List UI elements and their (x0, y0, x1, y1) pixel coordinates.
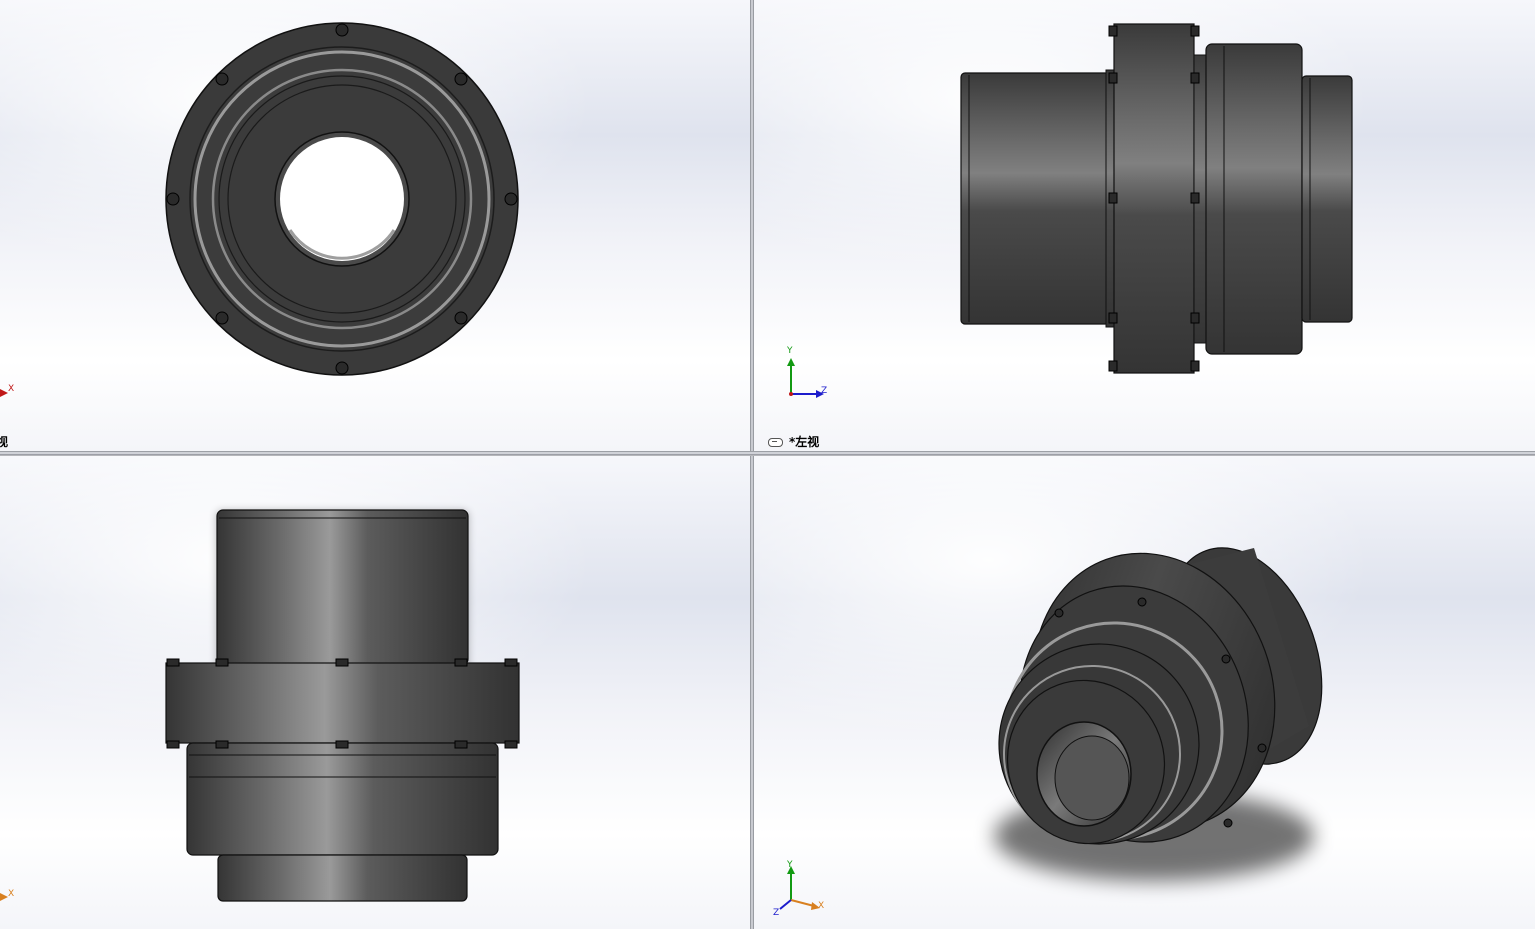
viewport-isometric[interactable]: Y X Z (754, 456, 1535, 929)
viewport-splitter-vertical[interactable] (750, 0, 754, 929)
view-name-label: 视 (0, 435, 9, 449)
axis-triad-iso (779, 866, 820, 910)
viewport-splitter-horizontal[interactable] (0, 451, 1535, 456)
axis-triad-top (0, 893, 8, 901)
top-view-part (0, 509, 520, 902)
triad-z-label: Z (773, 908, 780, 918)
triad-x-label: X (8, 889, 15, 899)
triad-y-label: Y (787, 860, 793, 870)
view-name: *左视 (768, 433, 819, 450)
iso-view-part (779, 547, 1323, 910)
front-view-part (0, 22, 519, 397)
triad-y-label: Y (787, 346, 793, 356)
axis-triad-front (0, 389, 8, 397)
coupling-left-profile (960, 23, 1353, 374)
axis-triad-left (787, 358, 824, 398)
view-name-label: *左视 (789, 435, 820, 449)
viewport-front[interactable]: X 视 (0, 0, 750, 451)
viewport-left[interactable]: Y Z *左视 (754, 0, 1535, 451)
left-view-part (787, 23, 1353, 398)
coupling-front-face (165, 22, 519, 376)
viewport-top[interactable]: X (0, 456, 750, 929)
coupling-top-profile (165, 509, 520, 902)
coupling-isometric (994, 547, 1323, 881)
triad-x-label: X (818, 901, 825, 911)
triad-z-label: Z (821, 386, 828, 396)
chain-link-icon[interactable] (768, 438, 783, 447)
triad-x-label: X (8, 384, 15, 394)
